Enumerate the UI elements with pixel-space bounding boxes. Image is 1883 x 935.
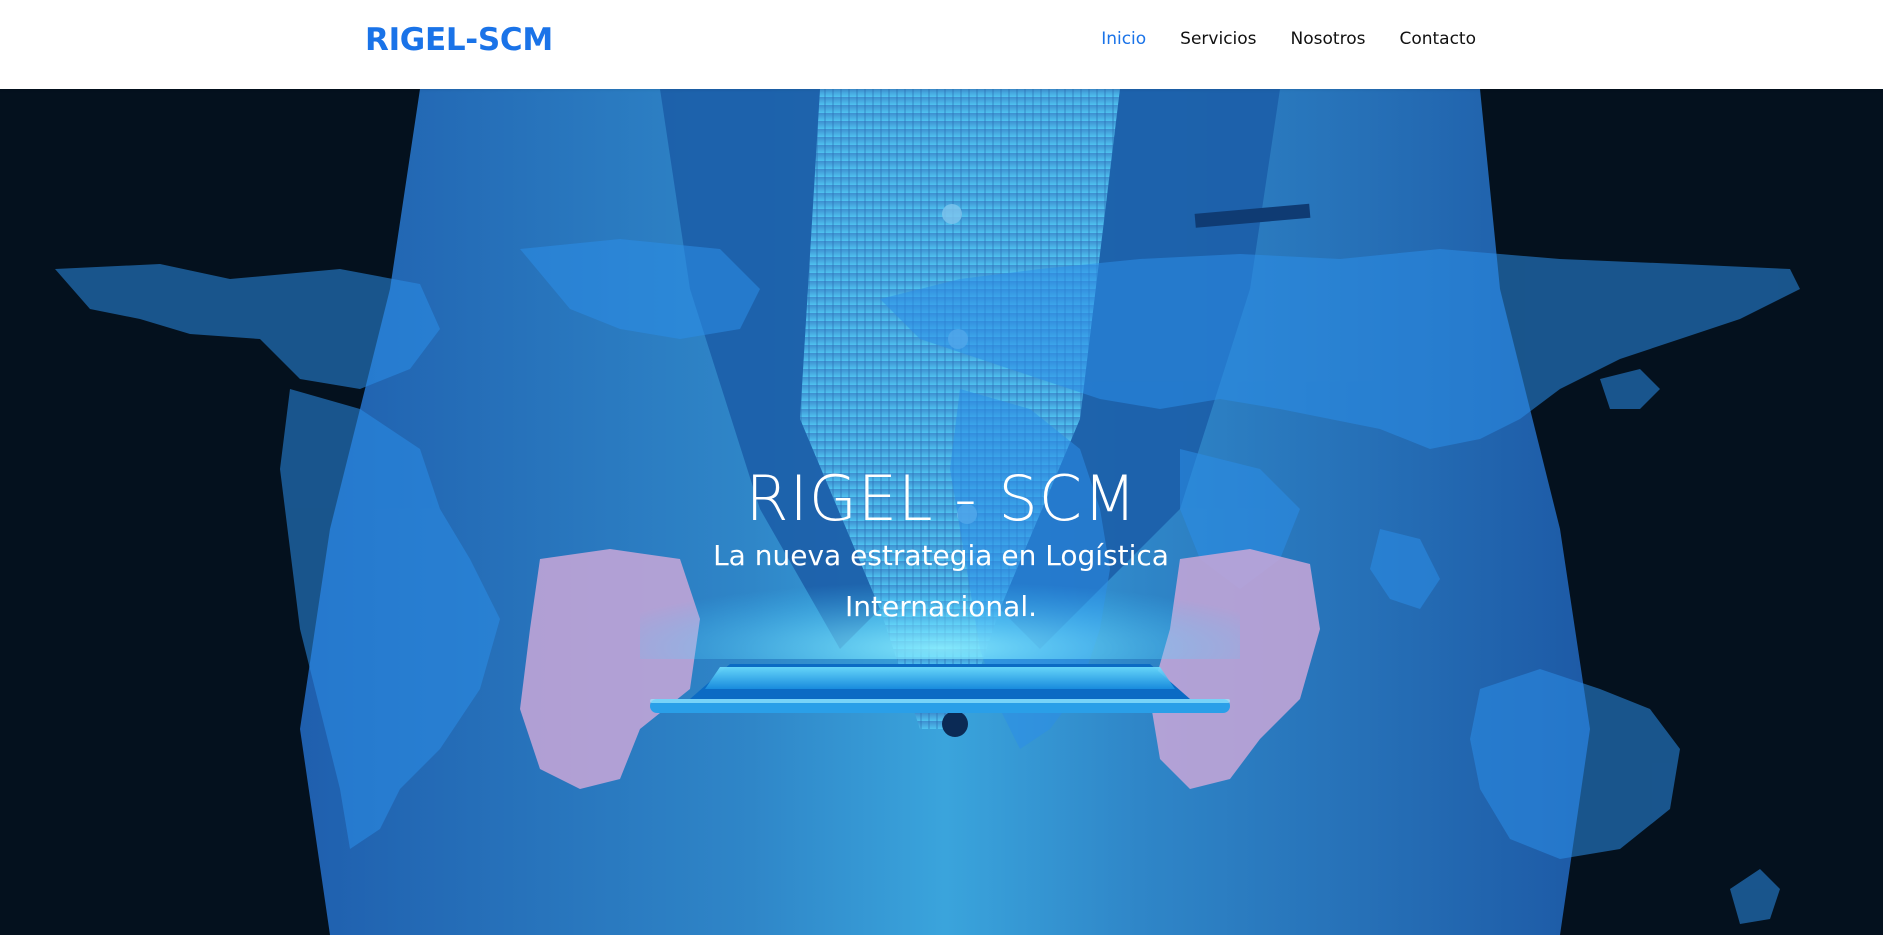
hero-banner: RIGEL - SCM La nueva estrategia en Logís… xyxy=(0,89,1883,935)
hero-subtitle: La nueva estrategia en Logística Interna… xyxy=(713,539,1169,623)
nav-link-contacto[interactable]: Contacto xyxy=(1399,28,1476,50)
nav-link-nosotros[interactable]: Nosotros xyxy=(1291,28,1366,50)
main-navigation: Inicio Servicios Nosotros Contacto xyxy=(1101,28,1476,50)
nav-link-servicios[interactable]: Servicios xyxy=(1180,28,1256,50)
hero-title: RIGEL - SCM xyxy=(745,461,1138,535)
nav-link-inicio[interactable]: Inicio xyxy=(1101,28,1146,50)
top-navbar: RIGEL-SCM Inicio Servicios Nosotros Cont… xyxy=(0,0,1883,89)
brand-logo-link[interactable]: RIGEL-SCM xyxy=(365,20,553,60)
